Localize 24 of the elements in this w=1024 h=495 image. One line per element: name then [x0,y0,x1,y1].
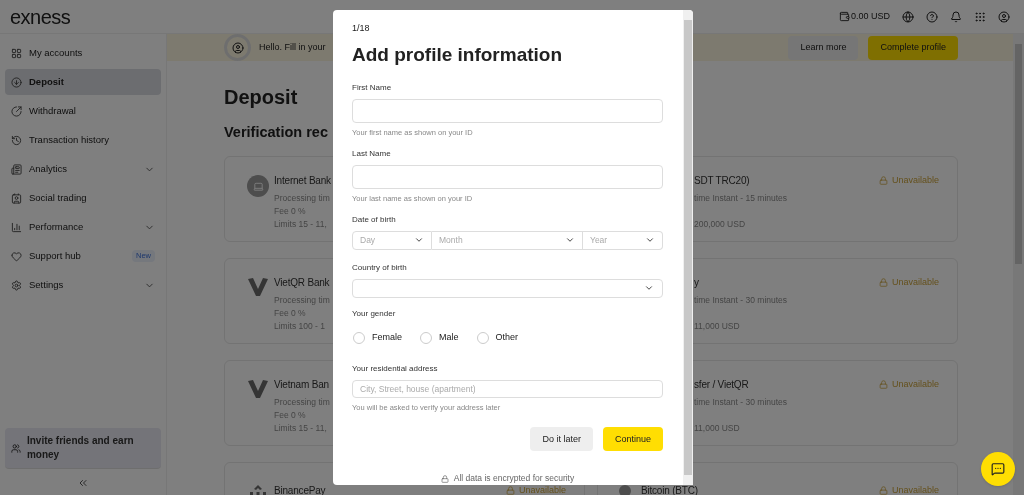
unavailable-status: Unavailable [891,173,939,187]
step-counter: 1/18 [352,22,371,35]
field-label: First Name [352,82,393,94]
method-title: VietQR Bank [274,276,330,290]
unavailable-status: Unavailable [518,483,566,495]
method-title: Internet Bank [274,174,331,188]
field-label: Your gender [352,308,397,321]
banner-text: Hello. Fill in your [259,40,326,54]
unavailable-status: Unavailable [891,275,939,289]
field-label: Your residential address [352,362,439,375]
field-label: Last Name [352,147,392,160]
field-label: Date of birth [352,213,397,226]
method-title: SDT TRC20) [694,174,750,188]
dialog-title: Add profile information [352,42,564,67]
page-title: Deposit [224,85,298,110]
section-title: Verification rec [224,123,328,142]
method-title: Vietnam Ban [274,378,329,392]
security-note: All data is encrypted for security [453,472,575,485]
field-label: Country of birth [352,261,408,274]
method-title: y [694,276,699,290]
unavailable-status: Unavailable [891,377,939,391]
method-title: sfer / VietQR [694,378,749,392]
unavailable-status: Unavailable [891,483,939,495]
promo-text: Invite friends and earn money [26,434,135,462]
